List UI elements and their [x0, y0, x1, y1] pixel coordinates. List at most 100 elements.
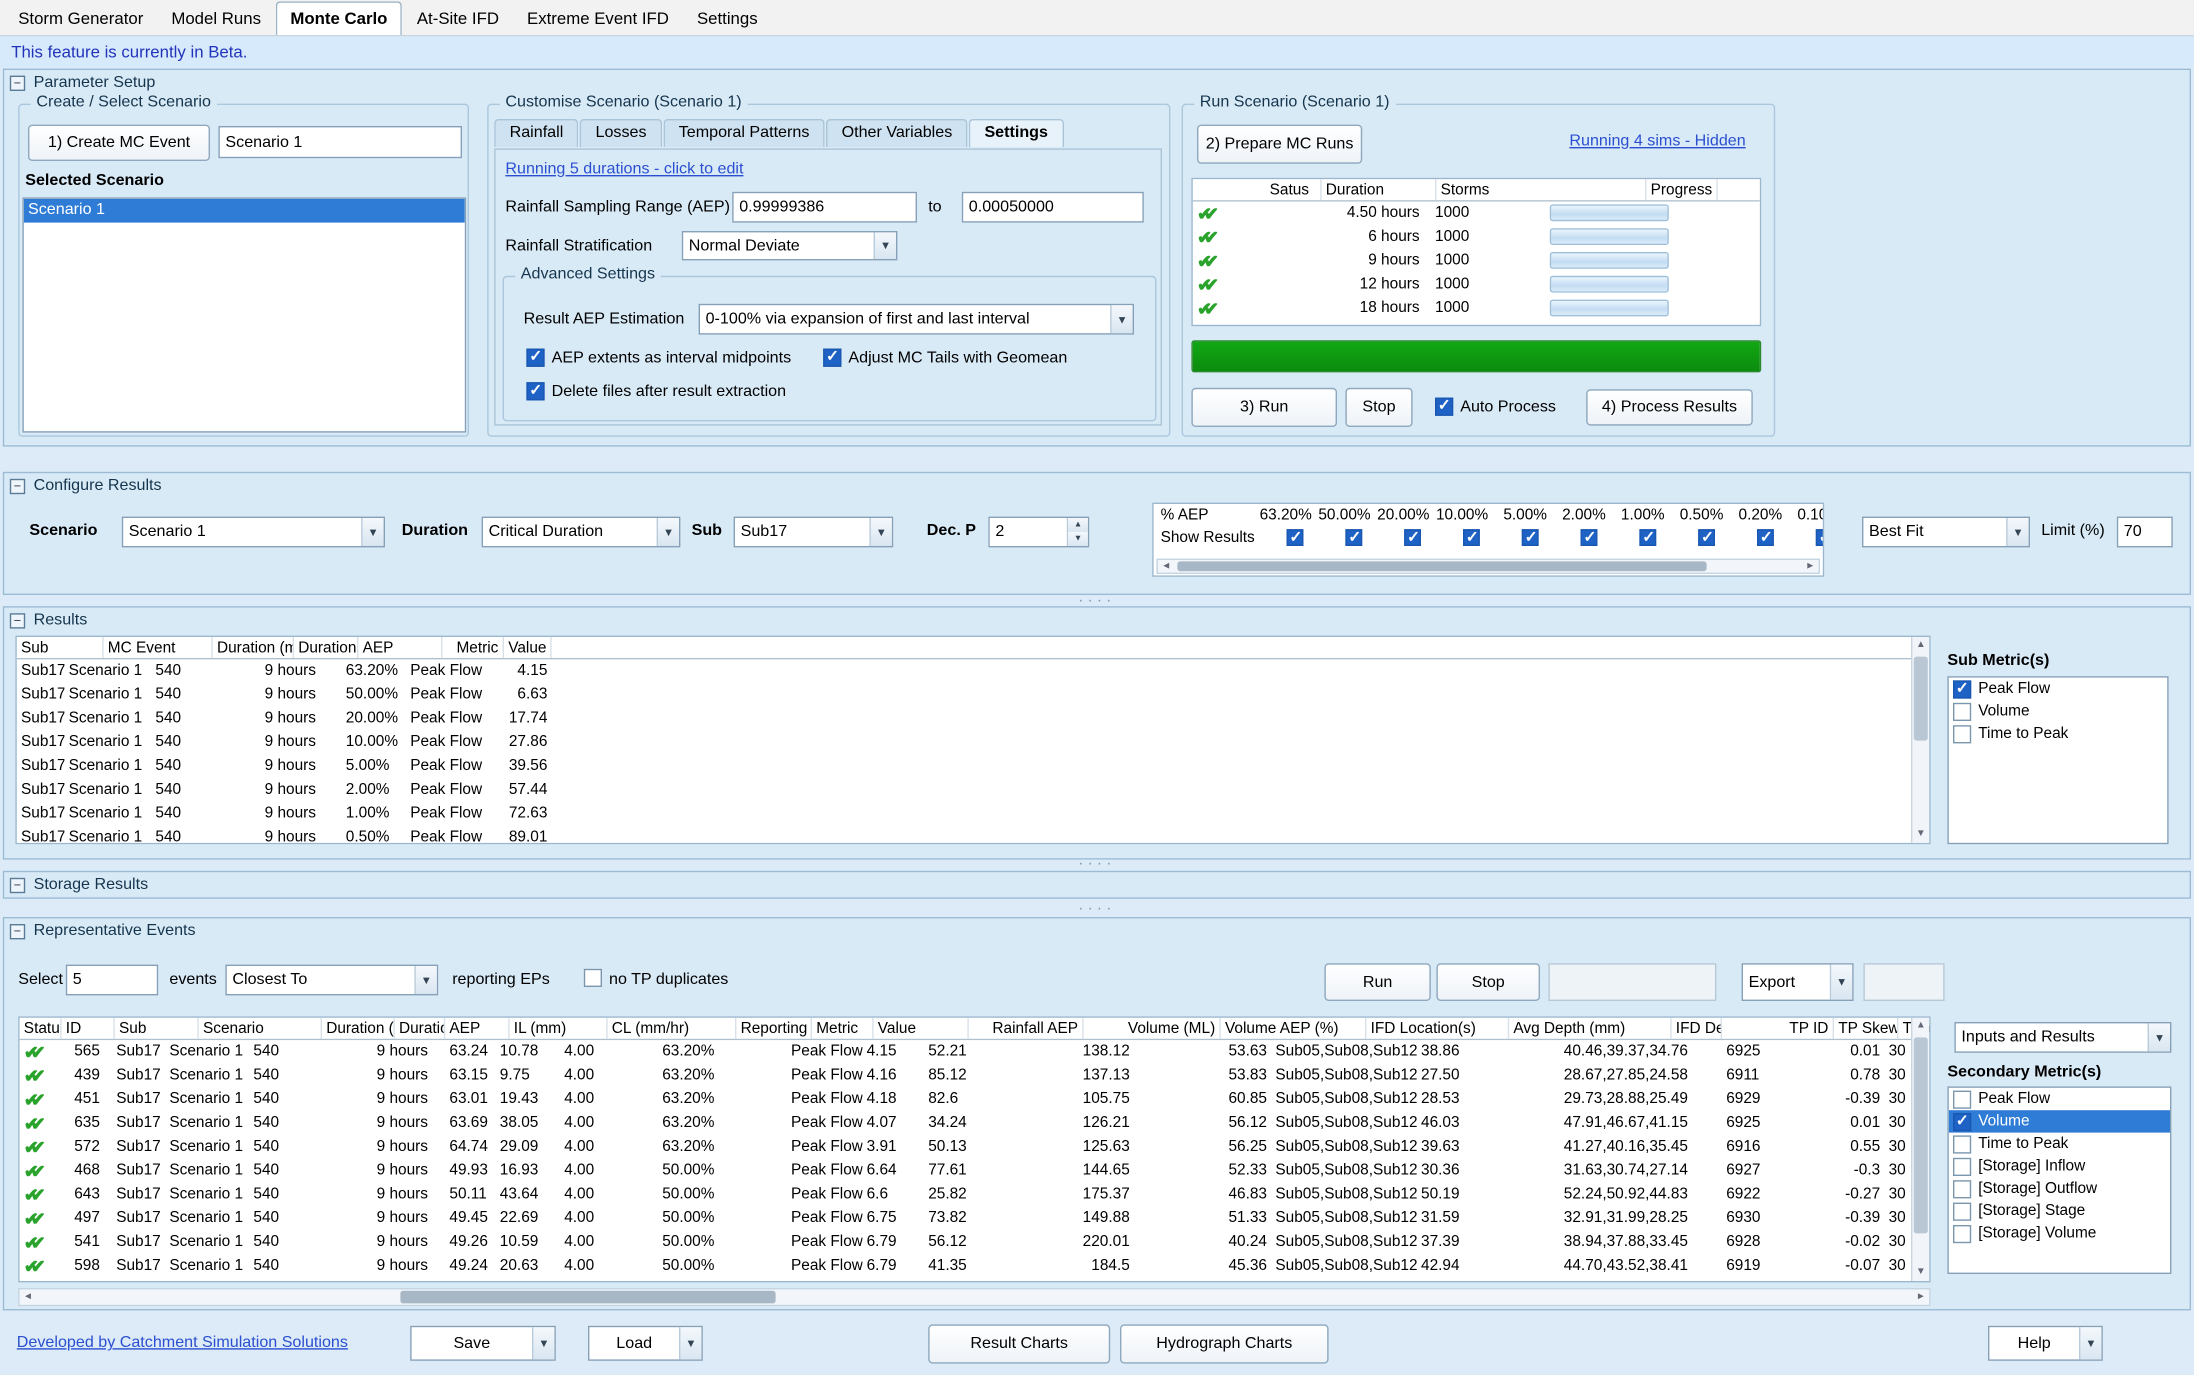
- metric-checkbox[interactable]: [1953, 1090, 1971, 1108]
- stop-button[interactable]: Stop: [1345, 388, 1412, 427]
- collapse-icon[interactable]: [10, 478, 25, 493]
- table-row[interactable]: 598Sub17Scenario 1 5409 hours49.24 20.63…: [20, 1254, 1930, 1278]
- durations-link[interactable]: Running 5 durations - click to edit: [505, 161, 743, 178]
- configure-results-section-header[interactable]: Configure Results: [4, 473, 2189, 498]
- run-row[interactable]: 4.50 hours 1000: [1193, 202, 1760, 226]
- table-row[interactable]: Sub17Scenario 1540 9 hours1.00%Peak Flow…: [17, 802, 1929, 826]
- column-header[interactable]: Avg Depth (mm): [1509, 1018, 1671, 1039]
- sub-dropdown[interactable]: Sub17 ▼: [734, 517, 894, 548]
- column-header[interactable]: Volume (ML): [1084, 1018, 1221, 1039]
- scrollbar-thumb[interactable]: [1914, 657, 1928, 741]
- save-dropdown[interactable]: Save ▼: [410, 1326, 556, 1361]
- column-header[interactable]: ID: [62, 1018, 115, 1039]
- column-header[interactable]: Scenario: [199, 1018, 322, 1039]
- inputs-results-dropdown[interactable]: Inputs and Results ▼: [1954, 1022, 2171, 1053]
- customise-tab[interactable]: Losses: [580, 119, 662, 147]
- column-header[interactable]: Duration: [395, 1018, 445, 1039]
- customise-tab[interactable]: Other Variables: [826, 119, 967, 147]
- hydrograph-charts-button[interactable]: Hydrograph Charts: [1120, 1324, 1329, 1363]
- column-header[interactable]: Satus: [1193, 179, 1322, 200]
- table-row[interactable]: 439Sub17Scenario 1 5409 hours63.15 9.754…: [20, 1064, 1930, 1088]
- show-results-checkbox[interactable]: [1698, 529, 1715, 546]
- show-results-checkbox[interactable]: [1757, 529, 1774, 546]
- column-header[interactable]: CL (mm/hr): [608, 1018, 737, 1039]
- metric-checkbox[interactable]: [1953, 1157, 1971, 1175]
- column-header[interactable]: Progress: [1646, 179, 1717, 200]
- metric-checkbox[interactable]: [1953, 1135, 1971, 1153]
- metric-option[interactable]: Peak Flow: [1949, 678, 2167, 700]
- column-header[interactable]: Reporting AEP: [736, 1018, 812, 1039]
- show-results-checkbox[interactable]: [1463, 529, 1480, 546]
- run-button[interactable]: 3) Run: [1191, 388, 1337, 427]
- table-row[interactable]: Sub17Scenario 1540 9 hours50.00%Peak Flo…: [17, 683, 1929, 707]
- metric-checkbox[interactable]: [1953, 1180, 1971, 1198]
- metric-option[interactable]: Volume: [1949, 700, 2167, 722]
- collapse-icon[interactable]: [10, 613, 25, 628]
- scroll-left-icon[interactable]: ◄: [1158, 560, 1175, 573]
- run-row[interactable]: 9 hours 1000: [1193, 249, 1760, 273]
- run-row[interactable]: 6 hours 1000: [1193, 225, 1760, 249]
- stepper-arrows[interactable]: ▲▼: [1067, 518, 1088, 546]
- main-tab[interactable]: Monte Carlo: [276, 1, 401, 35]
- column-header[interactable]: Value: [504, 637, 552, 658]
- help-dropdown[interactable]: Help ▼: [1988, 1326, 2103, 1361]
- sub-metrics-listbox[interactable]: Peak Flow Volume Time to Peak: [1947, 676, 2168, 844]
- table-row[interactable]: Sub17Scenario 1540 9 hours0.50%Peak Flow…: [17, 826, 1929, 844]
- scroll-down-icon[interactable]: ▼: [1912, 826, 1929, 843]
- main-tab[interactable]: Model Runs: [159, 3, 274, 35]
- results-vertical-scrollbar[interactable]: ▲ ▼: [1911, 637, 1929, 843]
- scroll-right-icon[interactable]: ►: [1912, 1289, 1929, 1304]
- table-row[interactable]: Sub17Scenario 1540 9 hours63.20%Peak Flo…: [17, 659, 1929, 683]
- metric-checkbox[interactable]: [1953, 1224, 1971, 1242]
- metric-option[interactable]: Volume: [1949, 1110, 2170, 1132]
- metric-option[interactable]: [Storage] Inflow: [1949, 1155, 2170, 1177]
- scrollbar-thumb[interactable]: [1914, 1037, 1928, 1233]
- dec-p-stepper[interactable]: ▲▼: [988, 517, 1089, 548]
- scrollbar-thumb[interactable]: [1177, 561, 1706, 571]
- column-header[interactable]: Sub: [17, 637, 104, 658]
- show-results-checkbox[interactable]: [1522, 529, 1539, 546]
- delete-files-checkbox[interactable]: [526, 382, 544, 400]
- section-splitter[interactable]: [0, 596, 2194, 604]
- show-results-checkbox[interactable]: [1639, 529, 1656, 546]
- column-header[interactable]: Value: [874, 1018, 969, 1039]
- main-tab[interactable]: Extreme Event IFD: [514, 3, 681, 35]
- duration-dropdown[interactable]: Critical Duration ▼: [482, 517, 681, 548]
- column-header[interactable]: Volume AEP (%): [1221, 1018, 1367, 1039]
- customise-tab[interactable]: Rainfall: [494, 119, 579, 147]
- running-sims-link[interactable]: Running 4 sims - Hidden: [1569, 133, 1745, 150]
- column-header[interactable]: Metric: [812, 1018, 874, 1039]
- prepare-mc-runs-button[interactable]: 2) Prepare MC Runs: [1197, 125, 1362, 164]
- collapse-icon[interactable]: [10, 877, 25, 892]
- column-header[interactable]: Duration: [1322, 179, 1437, 200]
- table-row[interactable]: 541Sub17Scenario 1 5409 hours49.26 10.59…: [20, 1231, 1930, 1255]
- parameter-setup-section-header[interactable]: Parameter Setup: [4, 70, 2189, 95]
- scroll-down-icon[interactable]: ▼: [1912, 1264, 1929, 1281]
- no-tp-duplicates-checkbox[interactable]: [584, 969, 602, 987]
- column-header[interactable]: TP Skewness: [1834, 1018, 1898, 1039]
- aep-midpoints-checkbox[interactable]: [526, 349, 544, 367]
- column-header[interactable]: TP ID: [1722, 1018, 1834, 1039]
- closest-to-dropdown[interactable]: Closest To ▼: [225, 965, 438, 996]
- geomean-checkbox[interactable]: [823, 349, 841, 367]
- column-header[interactable]: Storms: [1436, 179, 1646, 200]
- storage-results-section-header[interactable]: Storage Results: [4, 872, 2189, 897]
- metric-checkbox[interactable]: [1953, 702, 1971, 720]
- main-tab[interactable]: Settings: [684, 3, 770, 35]
- run-row[interactable]: 18 hours 1000: [1193, 297, 1760, 321]
- column-header[interactable]: Metric: [442, 637, 504, 658]
- column-header[interactable]: Sub: [115, 1018, 199, 1039]
- column-header[interactable]: AEP: [445, 1018, 509, 1039]
- sampling-from-input[interactable]: [732, 192, 917, 223]
- column-header[interactable]: MC Event: [104, 637, 213, 658]
- metric-option[interactable]: [Storage] Volume: [1949, 1222, 2170, 1244]
- section-splitter[interactable]: [0, 860, 2194, 868]
- export-dropdown[interactable]: Export ▼: [1742, 963, 1854, 1001]
- table-row[interactable]: Sub17Scenario 1540 9 hours5.00%Peak Flow…: [17, 755, 1929, 779]
- table-row[interactable]: 468Sub17Scenario 1 5409 hours49.93 16.93…: [20, 1159, 1930, 1183]
- show-results-checkbox[interactable]: [1404, 529, 1421, 546]
- metric-option[interactable]: Time to Peak: [1949, 722, 2167, 744]
- table-row[interactable]: 497Sub17Scenario 1 5409 hours49.45 22.69…: [20, 1207, 1930, 1231]
- table-row[interactable]: 572Sub17Scenario 1 5409 hours64.74 29.09…: [20, 1135, 1930, 1159]
- table-row[interactable]: 565Sub17Scenario 1 5409 hours63.24 10.78…: [20, 1040, 1930, 1064]
